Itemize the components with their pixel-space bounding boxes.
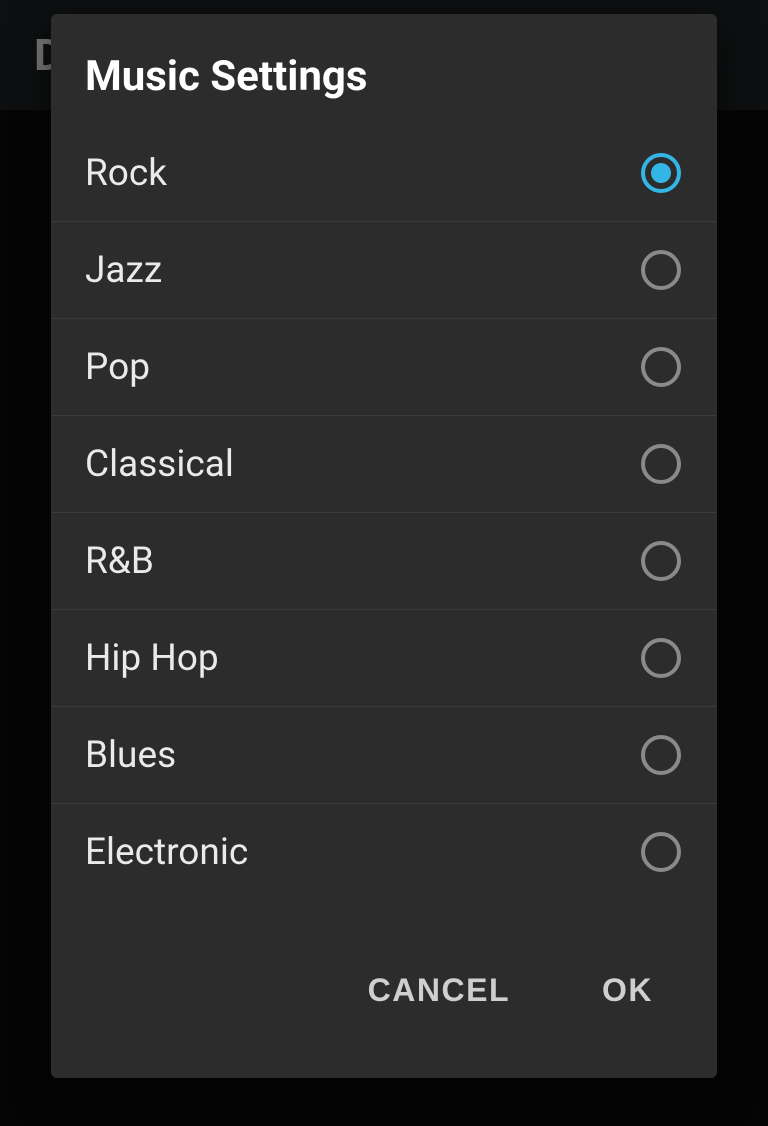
option-label: Rock [85, 152, 167, 195]
option-jazz[interactable]: Jazz [51, 222, 717, 319]
radio-icon [641, 735, 681, 775]
music-settings-dialog: Music Settings Rock Jazz Pop Classical R… [51, 14, 717, 1078]
radio-icon [641, 250, 681, 290]
option-label: Pop [85, 346, 150, 389]
dialog-title: Music Settings [51, 14, 717, 125]
option-label: Classical [85, 443, 234, 486]
dialog-actions: CANCEL OK [51, 892, 717, 1078]
ok-button[interactable]: OK [592, 958, 663, 1023]
radio-icon [641, 153, 681, 193]
option-label: Blues [85, 734, 176, 777]
radio-icon [641, 347, 681, 387]
option-electronic[interactable]: Electronic [51, 804, 717, 892]
option-label: Electronic [85, 831, 248, 874]
option-label: Hip Hop [85, 637, 219, 680]
radio-icon [641, 444, 681, 484]
dialog-options-list: Rock Jazz Pop Classical R&B Hip Hop Blue… [51, 125, 717, 892]
option-hiphop[interactable]: Hip Hop [51, 610, 717, 707]
option-rnb[interactable]: R&B [51, 513, 717, 610]
option-classical[interactable]: Classical [51, 416, 717, 513]
cancel-button[interactable]: CANCEL [358, 958, 520, 1023]
option-label: Jazz [85, 249, 162, 292]
option-pop[interactable]: Pop [51, 319, 717, 416]
option-rock[interactable]: Rock [51, 125, 717, 222]
option-blues[interactable]: Blues [51, 707, 717, 804]
option-label: R&B [85, 540, 154, 583]
radio-icon [641, 638, 681, 678]
radio-icon [641, 832, 681, 872]
radio-icon [641, 541, 681, 581]
